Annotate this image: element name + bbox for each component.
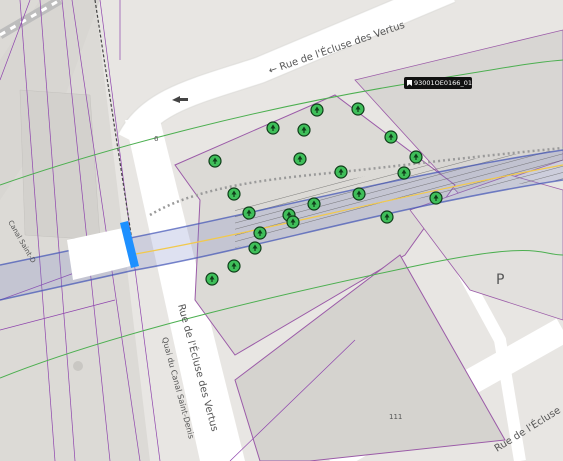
tree-marker-icon[interactable]: [293, 152, 307, 166]
tree-marker-icon[interactable]: [310, 103, 324, 117]
tree-marker-icon[interactable]: [351, 102, 365, 116]
map-dot: [73, 361, 83, 371]
tree-marker-icon[interactable]: [242, 206, 256, 220]
house-number-6: 6: [154, 135, 159, 143]
tree-marker-icon[interactable]: [380, 210, 394, 224]
tree-marker-icon[interactable]: [266, 121, 280, 135]
map-viewport[interactable]: ← Rue de l'Écluse des Vertus Rue de l'Éc…: [0, 0, 563, 461]
tree-marker-icon[interactable]: [397, 166, 411, 180]
tree-marker-icon[interactable]: [307, 197, 321, 211]
tree-marker-icon[interactable]: [253, 226, 267, 240]
tree-marker-icon[interactable]: [248, 241, 262, 255]
tree-marker-icon[interactable]: [429, 191, 443, 205]
tree-marker-icon[interactable]: [227, 259, 241, 273]
map-canvas[interactable]: ← Rue de l'Écluse des Vertus Rue de l'Éc…: [0, 0, 563, 461]
tree-marker-icon[interactable]: [286, 215, 300, 229]
tree-marker-icon[interactable]: [205, 272, 219, 286]
tree-marker-icon[interactable]: [384, 130, 398, 144]
tree-marker-icon[interactable]: [409, 150, 423, 164]
bookmark-icon: [407, 80, 412, 86]
tree-marker-icon[interactable]: [352, 187, 366, 201]
feature-id-text: 93001OE0166_01: [414, 79, 472, 87]
tree-marker-icon[interactable]: [334, 165, 348, 179]
tree-marker-icon[interactable]: [208, 154, 222, 168]
tree-marker-icon[interactable]: [227, 187, 241, 201]
tree-marker-icon[interactable]: [297, 123, 311, 137]
house-number-111: 111: [389, 413, 402, 421]
parking-label: P: [496, 272, 504, 288]
feature-id-tag[interactable]: 93001OE0166_01: [404, 77, 472, 89]
